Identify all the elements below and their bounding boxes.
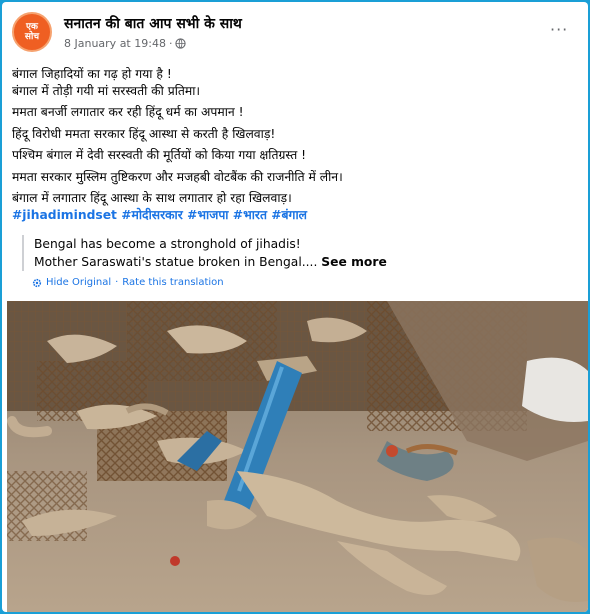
hashtag-link[interactable]: #बंगाल bbox=[271, 208, 307, 222]
post-meta: 8 January at 19:48 · bbox=[64, 37, 187, 50]
more-options-icon[interactable]: ··· bbox=[550, 22, 574, 38]
page-avatar[interactable]: एक सोच bbox=[12, 12, 52, 52]
post-header: एक सोच सनातन की बात आप सभी के साथ 8 Janu… bbox=[12, 12, 578, 56]
gear-icon bbox=[32, 278, 42, 287]
translation-controls: Hide Original · Rate this translation bbox=[32, 277, 224, 288]
translation-block: Bengal has become a stronghold of jihadi… bbox=[22, 235, 562, 271]
avatar-text-bottom: सोच bbox=[24, 32, 40, 42]
page-name-link[interactable]: सनातन की बात आप सभी के साथ bbox=[64, 14, 242, 33]
avatar-text-top: एक bbox=[26, 22, 38, 32]
post-line-5: पश्चिम बंगाल में देवी सरस्वती की मूर्तिय… bbox=[12, 148, 307, 162]
translation-line-1: Bengal has become a stronghold of jihadi… bbox=[34, 237, 301, 251]
post-line-1: बंगाल जिहादियों का गढ़ हो गया है ! bbox=[12, 67, 172, 81]
see-more-link[interactable]: See more bbox=[321, 255, 386, 269]
hashtag-link[interactable]: #भारत bbox=[233, 208, 267, 222]
post-timestamp[interactable]: 8 January at 19:48 bbox=[64, 37, 166, 50]
rate-translation-link[interactable]: Rate this translation bbox=[122, 277, 223, 288]
broken-idols-photo bbox=[7, 301, 588, 612]
hide-original-link[interactable]: Hide Original bbox=[46, 277, 111, 288]
post-body: बंगाल जिहादियों का गढ़ हो गया है ! बंगाल… bbox=[12, 66, 572, 228]
facebook-post-card: एक सोच सनातन की बात आप सभी के साथ 8 Janu… bbox=[2, 2, 588, 612]
links-separator: · bbox=[115, 277, 119, 288]
post-line-2: बंगाल में तोड़ी गयी मां सरस्वती की प्रति… bbox=[12, 83, 201, 98]
globe-icon bbox=[175, 38, 187, 49]
post-line-3: ममता बनर्जी लगातार कर रही हिंदू धर्म का … bbox=[12, 105, 244, 119]
post-line-6: ममता सरकार मुस्लिम तुष्टिकरण और मजहबी वो… bbox=[12, 169, 343, 184]
hashtag-row: #jihadimindset #मोदीसरकार #भाजपा #भारत #… bbox=[12, 207, 572, 224]
post-line-7: बंगाल में लगातार हिंदू आस्था के साथ लगात… bbox=[12, 191, 292, 205]
hashtag-link[interactable]: #jihadimindset bbox=[12, 208, 117, 222]
translation-line-2: Mother Saraswati's statue broken in Beng… bbox=[34, 255, 318, 269]
post-line-4: हिंदू विरोधी ममता सरकार हिंदू आस्था से क… bbox=[12, 126, 276, 141]
meta-separator: · bbox=[168, 37, 173, 50]
hashtag-link[interactable]: #मोदीसरकार bbox=[121, 208, 183, 222]
post-photo[interactable] bbox=[7, 301, 588, 612]
translation-line-2-row: Mother Saraswati's statue broken in Beng… bbox=[34, 253, 562, 271]
hashtag-link[interactable]: #भाजपा bbox=[187, 208, 228, 222]
